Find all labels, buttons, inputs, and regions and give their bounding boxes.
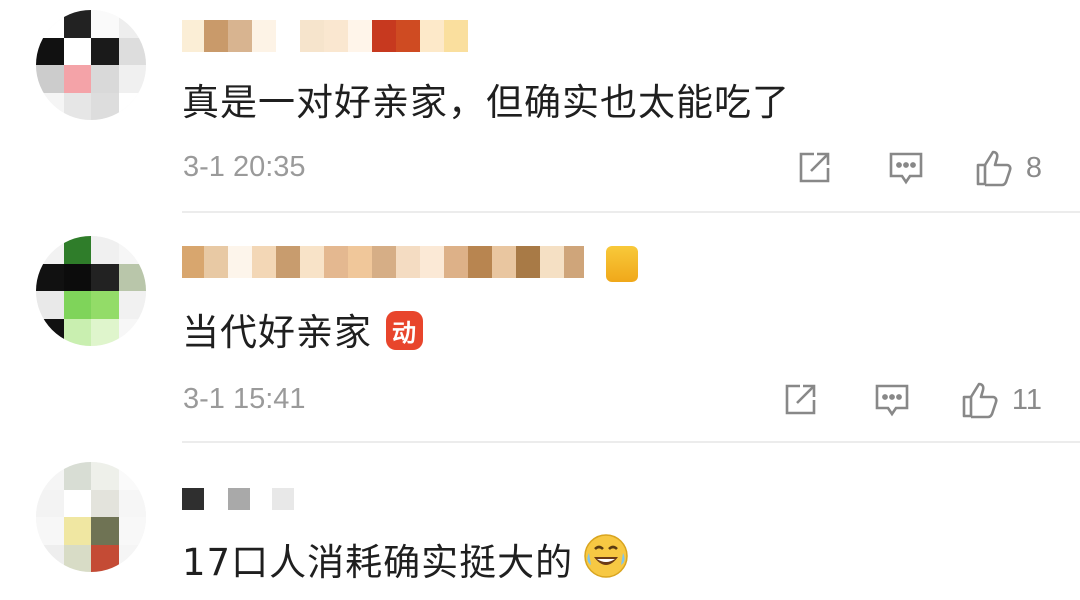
comment-actions: 8 (794, 148, 1042, 188)
comment-time: 3-1 15:41 (183, 383, 306, 415)
avatar[interactable] (36, 236, 146, 346)
divider (182, 211, 1080, 213)
comment-text-content: 当代好亲家 (182, 311, 372, 354)
emoji-sticker: 动 (386, 311, 423, 350)
level-badge-icon (606, 246, 638, 282)
like-icon[interactable] (974, 148, 1014, 188)
comment-text: 真是一对好亲家，但确实也太能吃了 (182, 81, 790, 124)
laughing-tears-emoji-icon (583, 533, 629, 588)
comment-text-content: 17口人消耗确实挺大的 (182, 541, 574, 584)
comment-time: 3-1 20:35 (183, 151, 306, 183)
share-icon[interactable] (780, 380, 820, 420)
username-obscured[interactable] (182, 246, 584, 278)
reply-icon[interactable] (886, 148, 926, 188)
comment-text: 当代好亲家动 (182, 302, 423, 356)
like-count: 11 (1011, 383, 1042, 416)
username-obscured[interactable] (182, 488, 294, 510)
share-icon[interactable] (794, 148, 834, 188)
like-count: 8 (1025, 151, 1042, 184)
username-obscured[interactable] (182, 20, 468, 52)
avatar[interactable] (36, 462, 146, 572)
comment-text: 17口人消耗确实挺大的 (182, 532, 629, 592)
like-icon[interactable] (960, 380, 1000, 420)
avatar[interactable] (36, 10, 146, 120)
reply-icon[interactable] (872, 380, 912, 420)
divider (182, 441, 1080, 443)
comment-actions: 11 (780, 380, 1042, 420)
